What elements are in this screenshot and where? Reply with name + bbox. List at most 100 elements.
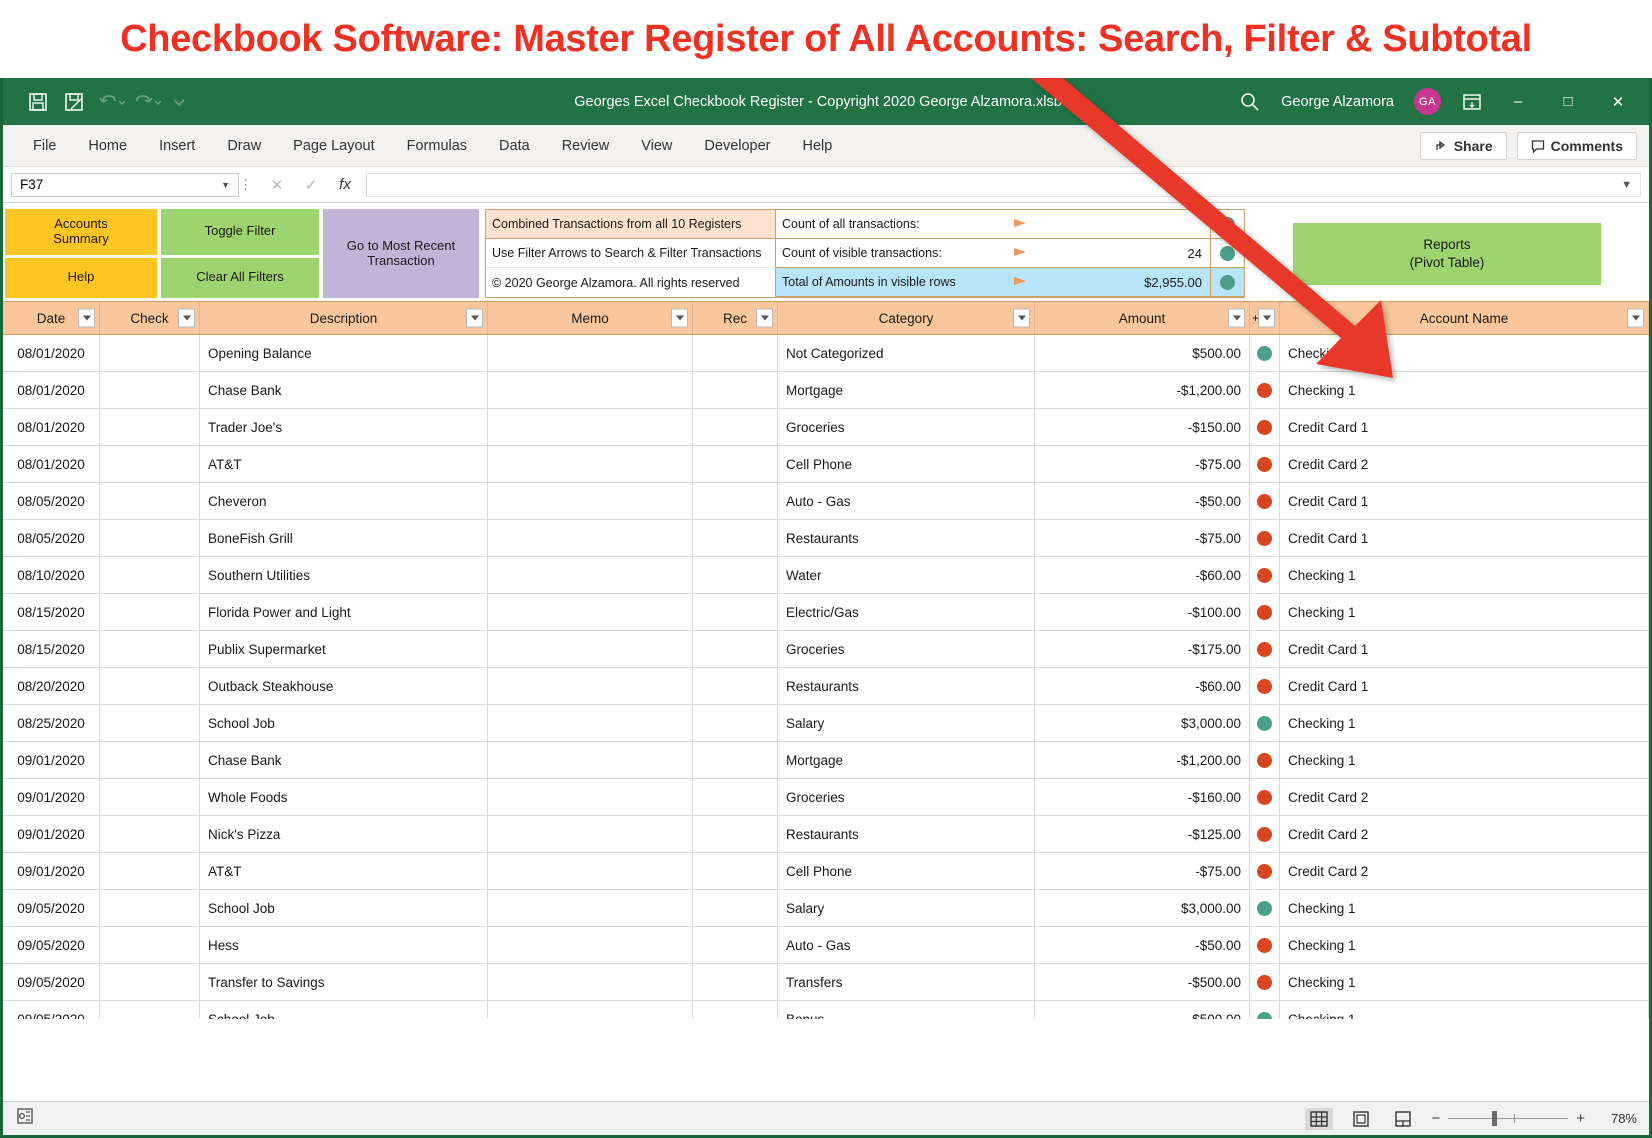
cell-check[interactable]	[100, 927, 200, 963]
cell-memo[interactable]	[488, 705, 693, 741]
cell-description[interactable]: Opening Balance	[200, 335, 488, 371]
macro-record-icon[interactable]	[15, 1106, 35, 1131]
cell-memo[interactable]	[488, 927, 693, 963]
filter-dropdown-plus[interactable]	[1258, 308, 1275, 328]
tab-insert[interactable]: Insert	[143, 132, 211, 160]
cell-account-name[interactable]: Checking 1	[1280, 335, 1649, 371]
cell-amount[interactable]: -$60.00	[1035, 668, 1250, 704]
cell-category[interactable]: Not Categorized	[778, 335, 1035, 371]
cancel-entry-icon[interactable]: ✕	[260, 176, 294, 194]
cell-description[interactable]: Florida Power and Light	[200, 594, 488, 630]
cell-category[interactable]: Auto - Gas	[778, 483, 1035, 519]
redo-icon[interactable]	[135, 91, 162, 113]
cell-memo[interactable]	[488, 372, 693, 408]
cell-account-name[interactable]: Checking 1	[1280, 890, 1649, 926]
cell-account-name[interactable]: Credit Card 2	[1280, 816, 1649, 852]
cell-memo[interactable]	[488, 890, 693, 926]
formula-expand-icon[interactable]: ▼	[1621, 179, 1632, 191]
cell-memo[interactable]	[488, 964, 693, 1000]
cell-description[interactable]: School Job	[200, 890, 488, 926]
cell-rec[interactable]	[693, 594, 778, 630]
cell-account-name[interactable]: Credit Card 2	[1280, 446, 1649, 482]
table-row[interactable]: 09/05/2020 School Job Salary $3,000.00 Check…	[3, 890, 1649, 927]
reports-pivot-table-button[interactable]: Reports (Pivot Table)	[1293, 222, 1601, 285]
cell-memo[interactable]	[488, 446, 693, 482]
cell-check[interactable]	[100, 668, 200, 704]
chevron-down-icon[interactable]: ▼	[221, 180, 230, 190]
table-row[interactable]: 09/01/2020 Nick's Pizza Restaurants -$125.0…	[3, 816, 1649, 853]
tab-draw[interactable]: Draw	[211, 132, 277, 160]
cell-account-name[interactable]: Checking 1	[1280, 594, 1649, 630]
cell-date[interactable]: 09/01/2020	[3, 742, 100, 778]
cell-account-name[interactable]: Checking 1	[1280, 372, 1649, 408]
formula-input[interactable]: ▼	[366, 172, 1641, 197]
table-row[interactable]: 08/05/2020 Cheveron Auto - Gas -$50.00 Credi…	[3, 483, 1649, 520]
filter-dropdown-amount[interactable]	[1228, 308, 1245, 328]
filter-dropdown-description[interactable]	[466, 308, 483, 328]
name-box[interactable]: F37 ▼	[11, 172, 239, 197]
cell-rec[interactable]	[693, 816, 778, 852]
filter-dropdown-category[interactable]	[1013, 308, 1030, 328]
title-caret-icon[interactable]: ▼	[1068, 98, 1078, 109]
zoom-out-button[interactable]: −	[1431, 1110, 1440, 1127]
quick-access-toolbar[interactable]	[13, 91, 193, 113]
cell-description[interactable]: Nick's Pizza	[200, 816, 488, 852]
cell-account-name[interactable]: Checking 1	[1280, 557, 1649, 593]
confirm-entry-icon[interactable]: ✓	[294, 176, 328, 194]
table-row[interactable]: 08/25/2020 School Job Salary $3,000.00 Check…	[3, 705, 1649, 742]
cell-rec[interactable]	[693, 335, 778, 371]
cell-rec[interactable]	[693, 372, 778, 408]
cell-description[interactable]: AT&T	[200, 853, 488, 889]
cell-category[interactable]: Auto - Gas	[778, 927, 1035, 963]
cell-description[interactable]: School Job	[200, 1001, 488, 1019]
cell-description[interactable]: School Job	[200, 705, 488, 741]
table-row[interactable]: 08/01/2020 Chase Bank Mortgage -$1,200.00 Ch…	[3, 372, 1649, 409]
cell-amount[interactable]: -$500.00	[1035, 964, 1250, 1000]
cell-amount[interactable]: -$150.00	[1035, 409, 1250, 445]
save-as-icon[interactable]	[63, 91, 85, 113]
cell-date[interactable]: 09/01/2020	[3, 816, 100, 852]
cell-category[interactable]: Groceries	[778, 631, 1035, 667]
cell-account-name[interactable]: Credit Card 1	[1280, 483, 1649, 519]
cell-description[interactable]: Trader Joe's	[200, 409, 488, 445]
cell-check[interactable]	[100, 520, 200, 556]
cell-date[interactable]: 08/01/2020	[3, 335, 100, 371]
cell-check[interactable]	[100, 594, 200, 630]
table-row[interactable]: 08/05/2020 BoneFish Grill Restaurants -$75.…	[3, 520, 1649, 557]
cell-category[interactable]: Bonus	[778, 1001, 1035, 1019]
cell-rec[interactable]	[693, 446, 778, 482]
cell-rec[interactable]	[693, 409, 778, 445]
cell-date[interactable]: 08/01/2020	[3, 446, 100, 482]
cell-rec[interactable]	[693, 890, 778, 926]
cell-memo[interactable]	[488, 409, 693, 445]
cell-memo[interactable]	[488, 557, 693, 593]
tab-formulas[interactable]: Formulas	[391, 132, 483, 160]
cell-amount[interactable]: -$50.00	[1035, 927, 1250, 963]
cell-date[interactable]: 09/05/2020	[3, 964, 100, 1000]
ribbon-display-options-icon[interactable]	[1461, 91, 1483, 113]
cell-rec[interactable]	[693, 779, 778, 815]
tab-home[interactable]: Home	[72, 132, 143, 160]
table-row[interactable]: 08/01/2020 AT&T Cell Phone -$75.00 Credit Ca…	[3, 446, 1649, 483]
cell-date[interactable]: 09/01/2020	[3, 779, 100, 815]
cell-rec[interactable]	[693, 668, 778, 704]
cell-amount[interactable]: -$1,200.00	[1035, 372, 1250, 408]
cell-check[interactable]	[100, 446, 200, 482]
cell-rec[interactable]	[693, 853, 778, 889]
filter-dropdown-account-name[interactable]	[1627, 308, 1644, 328]
cell-memo[interactable]	[488, 779, 693, 815]
toggle-filter-button[interactable]: Toggle Filter	[161, 209, 319, 255]
cell-category[interactable]: Transfers	[778, 964, 1035, 1000]
cell-rec[interactable]	[693, 927, 778, 963]
share-button[interactable]: Share	[1419, 131, 1507, 160]
customize-toolbar-icon[interactable]	[171, 91, 193, 113]
cell-amount[interactable]: -$60.00	[1035, 557, 1250, 593]
cell-description[interactable]: Chase Bank	[200, 372, 488, 408]
comments-button[interactable]: Comments	[1516, 131, 1637, 160]
cell-account-name[interactable]: Credit Card 1	[1280, 631, 1649, 667]
table-row[interactable]: 09/05/2020 Hess Auto - Gas -$50.00 Checking …	[3, 927, 1649, 964]
cell-amount[interactable]: -$125.00	[1035, 816, 1250, 852]
cell-memo[interactable]	[488, 816, 693, 852]
cell-category[interactable]: Restaurants	[778, 668, 1035, 704]
cell-category[interactable]: Cell Phone	[778, 853, 1035, 889]
